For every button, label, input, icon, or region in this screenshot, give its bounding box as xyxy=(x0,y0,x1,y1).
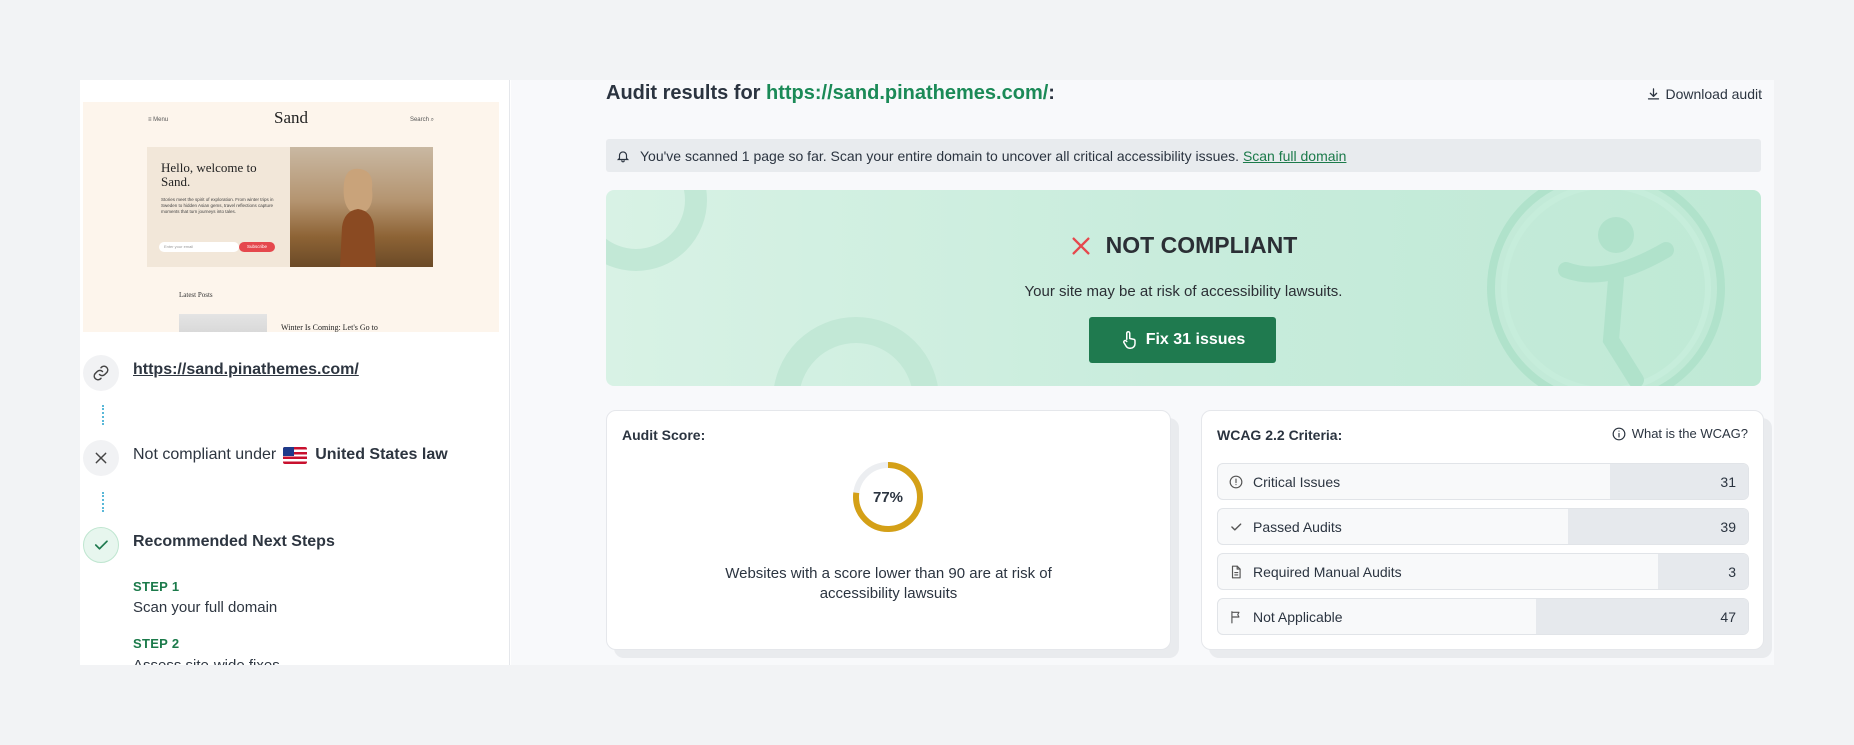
compliance-law: United States law xyxy=(315,446,448,463)
step-label: STEP 1 xyxy=(133,579,180,594)
preview-hero-title: Hello, welcome to Sand. xyxy=(161,160,257,189)
audit-report: ≡ Menu Sand Search ⌕ Hello, welcome to S… xyxy=(80,80,1774,665)
download-audit-button[interactable]: Download audit xyxy=(1646,86,1762,102)
criteria-row-passed[interactable]: Passed Audits 39 xyxy=(1217,508,1749,545)
fix-issues-button[interactable]: Fix 31 issues xyxy=(1089,317,1276,363)
criteria-label: Not Applicable xyxy=(1253,609,1343,625)
document-icon xyxy=(1229,565,1243,579)
bell-icon xyxy=(616,150,630,162)
download-label: Download audit xyxy=(1665,86,1762,102)
criteria-row-manual[interactable]: Required Manual Audits 3 xyxy=(1217,553,1749,590)
criteria-count: 3 xyxy=(1728,564,1736,580)
site-summary-panel: ≡ Menu Sand Search ⌕ Hello, welcome to S… xyxy=(80,80,510,665)
scan-notice: You've scanned 1 page so far. Scan your … xyxy=(606,139,1761,172)
preview-post-thumbnail xyxy=(179,314,267,332)
alert-circle-icon xyxy=(1229,475,1243,489)
criteria-row-not-applicable[interactable]: Not Applicable 47 xyxy=(1217,598,1749,635)
audit-results-panel: Audit results for https://sand.pinatheme… xyxy=(511,80,1774,665)
info-icon xyxy=(1612,427,1626,440)
compliance-status-heading: NOT COMPLIANT xyxy=(606,232,1761,259)
preview-search: Search ⌕ xyxy=(409,117,434,123)
criteria-row-critical[interactable]: Critical Issues 31 xyxy=(1217,463,1749,500)
criteria-count: 31 xyxy=(1720,474,1736,490)
notice-text: You've scanned 1 page so far. Scan your … xyxy=(640,147,1240,164)
close-icon xyxy=(83,440,119,476)
criteria-bar xyxy=(1536,599,1748,634)
scan-full-domain-link[interactable]: Scan full domain xyxy=(1243,148,1347,164)
audit-score-card: Audit Score: 77% Websites with a score l… xyxy=(606,410,1171,650)
preview-logo: Sand xyxy=(274,108,308,127)
step-text: Scan your full domain xyxy=(133,599,278,616)
audited-url[interactable]: https://sand.pinathemes.com/ xyxy=(766,82,1048,104)
criteria-label: Critical Issues xyxy=(1253,474,1341,490)
preview-latest-posts: Latest Posts xyxy=(179,291,213,299)
link-icon xyxy=(83,355,119,391)
criteria-label: Passed Audits xyxy=(1253,519,1342,535)
preview-email-field: Enter your email xyxy=(159,242,239,252)
fix-issues-label: Fix 31 issues xyxy=(1145,331,1246,348)
scanned-url-link[interactable]: https://sand.pinathemes.com/ xyxy=(133,361,359,379)
step-connector xyxy=(102,405,104,425)
audit-score-title: Audit Score: xyxy=(622,427,706,443)
download-icon xyxy=(1648,87,1660,99)
person-image xyxy=(340,168,376,267)
check-icon xyxy=(1229,520,1243,534)
hand-pointer-icon xyxy=(1122,331,1136,349)
compliance-prefix: Not compliant under xyxy=(133,446,277,463)
wcag-title: WCAG 2.2 Criteria: xyxy=(1217,427,1343,443)
preview-post-title: Winter Is Coming: Let's Go to xyxy=(281,323,378,332)
wcag-link-label: What is the WCAG? xyxy=(1631,426,1748,441)
check-icon xyxy=(83,527,119,563)
step-text: Assess site-wide fixes xyxy=(133,657,280,665)
preview-subscribe-button: Subscribe xyxy=(239,242,275,252)
audit-score-description: Websites with a score lower than 90 are … xyxy=(725,565,1052,602)
wcag-criteria-card: WCAG 2.2 Criteria: What is the WCAG? Cri… xyxy=(1201,410,1764,650)
next-steps-title: Recommended Next Steps xyxy=(133,533,335,550)
step-connector xyxy=(102,492,104,512)
preview-hero-photo xyxy=(290,147,433,267)
compliance-subtitle: Your site may be at risk of accessibilit… xyxy=(1024,283,1343,300)
site-preview-thumbnail: ≡ Menu Sand Search ⌕ Hello, welcome to S… xyxy=(83,102,499,332)
flag-icon xyxy=(1229,610,1243,624)
criteria-label: Required Manual Audits xyxy=(1253,564,1402,580)
criteria-count: 39 xyxy=(1720,519,1736,535)
preview-hero-description: Stories meet the spirit of exploration. … xyxy=(161,197,274,214)
what-is-wcag-link[interactable]: What is the WCAG? xyxy=(1612,426,1748,441)
error-x-icon xyxy=(1072,236,1090,255)
criteria-count: 47 xyxy=(1720,609,1736,625)
compliance-banner: NOT COMPLIANT Your site may be at risk o… xyxy=(606,190,1761,386)
compliance-status: Not compliant under United States law xyxy=(133,446,448,464)
audit-score-value: 77% xyxy=(872,488,904,506)
step-label: STEP 2 xyxy=(133,636,180,651)
page-title: Audit results for https://sand.pinatheme… xyxy=(606,82,1055,104)
preview-hero-card: Hello, welcome to Sand. Stories meet the… xyxy=(147,147,433,267)
compliance-status-text: NOT COMPLIANT xyxy=(1105,232,1298,258)
us-flag-icon xyxy=(283,446,308,464)
